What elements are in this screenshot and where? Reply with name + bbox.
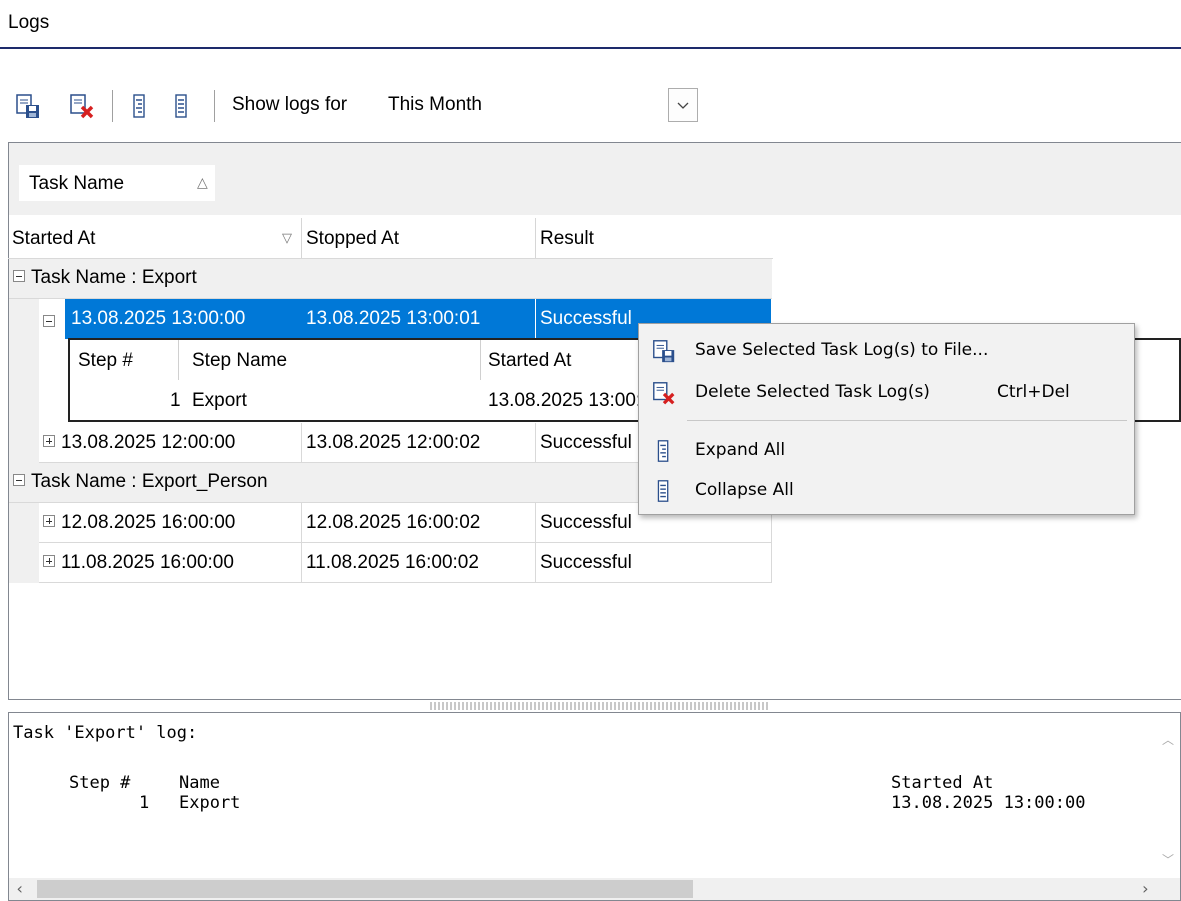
delete-log-icon	[70, 94, 94, 119]
column-header-result[interactable]: Result	[536, 218, 772, 258]
log-col-started: Started At	[891, 773, 994, 793]
collapse-all-button[interactable]	[164, 88, 200, 124]
menu-item-save-logs[interactable]: Save Selected Task Log(s) to File...	[641, 330, 1131, 370]
log-col-name: Name	[179, 773, 220, 793]
show-logs-label: Show logs for	[232, 94, 348, 115]
group-by-panel: Task Name △	[9, 143, 1181, 215]
menu-item-label: Delete Selected Task Log(s)	[695, 382, 930, 402]
cell-started: 11.08.2025 16:00:00	[61, 552, 234, 573]
scrollbar-thumb[interactable]	[37, 880, 693, 898]
cell-stopped: 13.08.2025 12:00:02	[302, 423, 536, 463]
toolbar: Show logs for This Month	[0, 84, 1181, 128]
collapse-toggle-icon[interactable]	[13, 474, 25, 487]
expand-all-button[interactable]	[122, 88, 158, 124]
cell-started: 13.08.2025 13:00:00	[65, 299, 302, 339]
save-log-icon	[16, 94, 39, 118]
group-label: Task Name : Export	[31, 267, 197, 288]
expand-toggle-icon[interactable]	[43, 435, 55, 448]
period-dropdown-button[interactable]	[668, 88, 698, 122]
save-log-icon	[653, 340, 675, 363]
detail-cell-started: 13.08.2025 13:00:00	[488, 390, 663, 411]
expand-all-icon	[657, 440, 669, 462]
sort-ascending-icon: △	[197, 174, 208, 190]
column-header-stopped[interactable]: Stopped At	[302, 218, 536, 258]
log-row-name: Export	[179, 793, 241, 813]
expand-toggle-icon[interactable]	[43, 555, 55, 568]
log-row-step: 1	[139, 793, 150, 813]
collapse-toggle-icon[interactable]	[13, 270, 25, 283]
column-header-started[interactable]: Started At ▽	[8, 218, 302, 258]
scroll-right-arrow-icon[interactable]: ›	[1140, 879, 1150, 898]
menu-separator	[687, 420, 1127, 421]
cell-stopped: 12.08.2025 16:00:02	[302, 503, 536, 543]
log-text-pane[interactable]: Task 'Export' log: Step # Name Started A…	[8, 712, 1181, 901]
title-divider	[0, 47, 1181, 49]
toolbar-separator	[214, 90, 215, 122]
period-select-value[interactable]: This Month	[388, 94, 482, 116]
group-by-label: Task Name	[29, 173, 125, 194]
menu-item-collapse-all[interactable]: Collapse All	[641, 470, 1131, 510]
collapse-all-icon	[657, 480, 669, 502]
column-header-label: Result	[540, 228, 594, 249]
sort-descending-icon: ▽	[282, 230, 292, 245]
detail-cell-name: Export	[192, 390, 247, 411]
menu-item-shortcut: Ctrl+Del	[997, 382, 1070, 402]
cell-stopped: 11.08.2025 16:00:02	[302, 543, 536, 583]
toolbar-separator	[112, 90, 113, 122]
cell-started: 13.08.2025 12:00:00	[61, 432, 236, 453]
group-row[interactable]: Task Name : Export	[9, 259, 772, 299]
cell-result: Successful	[536, 543, 772, 583]
menu-item-label: Expand All	[695, 440, 786, 460]
detail-divider	[480, 340, 481, 380]
column-header-label: Started At	[12, 228, 96, 249]
detail-cell-step: 1	[170, 390, 181, 411]
group-by-chip[interactable]: Task Name △	[19, 165, 215, 201]
group-indent	[9, 299, 39, 463]
collapse-all-icon	[175, 94, 187, 118]
expand-all-icon	[133, 94, 145, 118]
detail-header-started: Started At	[488, 350, 572, 371]
scroll-up-arrow-icon[interactable]: ︿	[1162, 731, 1174, 748]
expand-toggle-icon[interactable]	[43, 515, 55, 528]
save-log-button[interactable]	[10, 88, 46, 124]
cell-started: 12.08.2025 16:00:00	[61, 512, 236, 533]
column-header-label: Stopped At	[306, 228, 399, 249]
detail-header-name: Step Name	[192, 350, 288, 371]
chevron-down-icon	[677, 102, 689, 109]
menu-item-label: Collapse All	[695, 480, 794, 500]
log-heading: Task 'Export' log:	[13, 723, 198, 743]
group-label: Task Name : Export_Person	[31, 471, 268, 492]
menu-item-expand-all[interactable]: Expand All	[641, 430, 1131, 470]
delete-log-button[interactable]	[64, 88, 100, 124]
log-row-started: 13.08.2025 13:00:00	[891, 793, 1086, 813]
collapse-toggle-icon[interactable]	[43, 315, 55, 328]
horizontal-scrollbar[interactable]: ‹ ›	[9, 878, 1180, 900]
detail-header-step: Step #	[78, 350, 133, 371]
menu-item-label: Save Selected Task Log(s) to File...	[695, 340, 989, 360]
detail-divider	[178, 340, 179, 380]
cell-stopped: 13.08.2025 13:00:01	[302, 299, 536, 339]
delete-log-icon	[653, 382, 675, 405]
page-title: Logs	[8, 12, 50, 33]
pane-splitter[interactable]	[430, 702, 770, 710]
scroll-left-arrow-icon[interactable]: ‹	[15, 879, 25, 898]
menu-item-delete-logs[interactable]: Delete Selected Task Log(s) Ctrl+Del	[641, 372, 1131, 412]
group-indent	[9, 503, 39, 583]
context-menu: Save Selected Task Log(s) to File... Del…	[638, 323, 1135, 515]
scroll-down-arrow-icon[interactable]: ﹀	[1162, 851, 1174, 868]
table-row[interactable]: 11.08.2025 16:00:00 11.08.2025 16:00:02 …	[39, 543, 772, 583]
log-col-step: Step #	[69, 773, 131, 793]
